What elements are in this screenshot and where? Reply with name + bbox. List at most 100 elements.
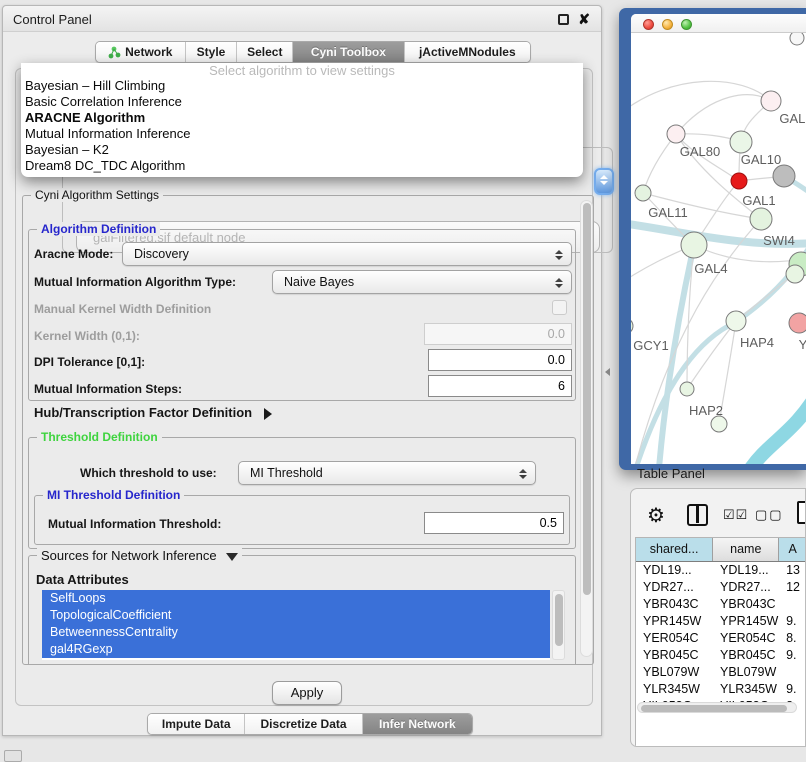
algorithm-option-bayesian-hill-climbing[interactable]: Bayesian – Hill Climbing <box>21 78 583 94</box>
cell-3-1[interactable]: YPR145W <box>713 613 779 630</box>
network-node-10[interactable] <box>631 318 633 334</box>
table-row-4[interactable]: YER054CYER054C8. <box>636 630 806 647</box>
column-header-name[interactable]: name <box>713 538 779 561</box>
cell-3-2[interactable]: 9. <box>779 613 806 630</box>
cell-1-2[interactable]: 12 <box>779 579 806 596</box>
table-row-1[interactable]: YDR27...YDR27...12 <box>636 579 806 596</box>
cell-0-0[interactable]: YDL19... <box>636 562 713 579</box>
mi-threshold-field[interactable]: 0.5 <box>424 512 564 534</box>
cell-6-1[interactable]: YBL079W <box>713 664 779 681</box>
network-node-8[interactable] <box>761 91 781 111</box>
network-node-3[interactable] <box>773 165 795 187</box>
attribute-item-betweennesscentrality[interactable]: BetweennessCentrality <box>42 624 550 641</box>
tab-style[interactable]: Style <box>186 42 238 62</box>
gear-icon[interactable]: ⚙ <box>647 503 665 528</box>
network-node-5[interactable] <box>750 208 772 230</box>
tab-network[interactable]: Network <box>96 42 186 62</box>
apply-button[interactable]: Apply <box>272 681 342 705</box>
network-node-13[interactable] <box>786 265 804 283</box>
expanded-arrow-icon[interactable] <box>226 553 238 561</box>
cell-0-2[interactable]: 13 <box>779 562 806 579</box>
cell-7-2[interactable]: 9. <box>779 681 806 698</box>
collapsed-arrow-icon[interactable] <box>264 408 272 420</box>
algorithm-option-bayesian-k2[interactable]: Bayesian – K2 <box>21 142 583 158</box>
document-icon[interactable] <box>797 501 806 524</box>
settings-scrollbar-thumb[interactable] <box>583 203 591 595</box>
table-row-5[interactable]: YBR045CYBR045C9. <box>636 647 806 664</box>
focused-combo-arrow-button[interactable] <box>594 168 614 195</box>
algorithm-option-basic-correlation-inference[interactable]: Basic Correlation Inference <box>21 94 583 110</box>
cell-5-1[interactable]: YBR045C <box>713 647 779 664</box>
mi-steps-field[interactable]: 6 <box>428 375 572 397</box>
cell-4-0[interactable]: YER054C <box>636 630 713 647</box>
which-threshold-combo[interactable]: MI Threshold <box>238 461 536 485</box>
cell-1-0[interactable]: YDR27... <box>636 579 713 596</box>
table-row-6[interactable]: YBL079WYBL079W <box>636 664 806 681</box>
edge-11[interactable] <box>736 274 795 321</box>
attributes-scrollbar[interactable] <box>552 590 565 660</box>
tab-jactivemnodules[interactable]: jActiveMNodules <box>405 42 530 62</box>
dpi-tolerance-field[interactable]: 0.0 <box>428 349 572 371</box>
minimized-panel-icon[interactable] <box>4 750 22 762</box>
edge-12[interactable] <box>631 81 771 113</box>
algorithm-option-mutual-information-inference[interactable]: Mutual Information Inference <box>21 126 583 142</box>
network-node-9[interactable] <box>790 33 804 45</box>
algorithm-option-dream8-dc-tdc-algorithm[interactable]: Dream8 DC_TDC Algorithm <box>21 158 583 174</box>
mi-type-combo[interactable]: Naive Bayes <box>272 270 572 294</box>
cell-6-2[interactable] <box>779 664 806 681</box>
cell-0-1[interactable]: YDL19... <box>713 562 779 579</box>
cell-5-2[interactable]: 9. <box>779 647 806 664</box>
column-header-a[interactable]: A <box>779 538 806 561</box>
tab-select[interactable]: Select <box>237 42 293 62</box>
zoom-traffic-light-icon[interactable] <box>681 19 692 30</box>
network-node-1[interactable] <box>730 131 752 153</box>
network-node-6[interactable] <box>681 232 707 258</box>
data-attributes-list[interactable]: SelfLoopsTopologicalCoefficientBetweenne… <box>42 590 550 660</box>
table-hscrollbar-thumb[interactable] <box>641 705 787 712</box>
network-node-14[interactable] <box>680 382 694 396</box>
table-row-3[interactable]: YPR145WYPR145W9. <box>636 613 806 630</box>
table-hscrollbar[interactable] <box>637 702 797 713</box>
columns-icon[interactable] <box>687 504 708 526</box>
bottom-tab-discretize-data[interactable]: Discretize Data <box>245 714 362 734</box>
cell-5-0[interactable]: YBR045C <box>636 647 713 664</box>
edge-2[interactable] <box>643 134 676 193</box>
network-node-2[interactable] <box>731 173 747 189</box>
attributes-scrollbar-thumb[interactable] <box>555 594 563 646</box>
bottom-tab-impute-data[interactable]: Impute Data <box>148 714 245 734</box>
aracne-mode-combo[interactable]: Discovery <box>122 242 572 266</box>
kernel-width-field[interactable]: 0.0 <box>424 323 572 345</box>
network-node-15[interactable] <box>711 416 727 432</box>
cell-7-0[interactable]: YLR345W <box>636 681 713 698</box>
attribute-item-gal4rgexp[interactable]: gal4RGexp <box>42 641 550 658</box>
close-traffic-light-icon[interactable] <box>643 19 654 30</box>
float-window-icon[interactable] <box>558 14 569 25</box>
tab-cyni-toolbox[interactable]: Cyni Toolbox <box>293 42 404 62</box>
network-node-12[interactable] <box>789 313 806 333</box>
checked-pair-icon[interactable]: ☑☑ <box>723 507 748 523</box>
splitter-collapse-icon[interactable] <box>605 368 610 376</box>
attribute-item-selfloops[interactable]: SelfLoops <box>42 590 550 607</box>
cell-7-1[interactable]: YLR345W <box>713 681 779 698</box>
table-row-7[interactable]: YLR345WYLR345W9. <box>636 681 806 698</box>
network-canvas[interactable]: GAL80GAL10GAL1GAL11SWI4GAL4GCY1HAP4YHAP2… <box>631 33 806 464</box>
bottom-tab-infer-network[interactable]: Infer Network <box>363 714 472 734</box>
cell-6-0[interactable]: YBL079W <box>636 664 713 681</box>
manual-kernel-checkbox[interactable] <box>552 300 567 315</box>
cell-2-2[interactable] <box>779 596 806 613</box>
cell-2-1[interactable]: YBR043C <box>713 596 779 613</box>
sources-group-title[interactable]: Sources for Network Inference <box>37 548 242 563</box>
network-graph[interactable]: GAL80GAL10GAL1GAL11SWI4GAL4GCY1HAP4YHAP2… <box>631 33 806 464</box>
network-window-titlebar[interactable] <box>631 14 806 33</box>
minimize-traffic-light-icon[interactable] <box>662 19 673 30</box>
cell-2-0[interactable]: YBR043C <box>636 596 713 613</box>
network-node-4[interactable] <box>635 185 651 201</box>
hub-definition-toggle[interactable]: Hub/Transcription Factor Definition <box>34 405 272 420</box>
table-row-0[interactable]: YDL19...YDL19...13 <box>636 562 806 579</box>
table-row-2[interactable]: YBR043CYBR043C <box>636 596 806 613</box>
edge-teal-3[interactable] <box>659 245 694 464</box>
cell-3-0[interactable]: YPR145W <box>636 613 713 630</box>
edge-bright-0[interactable] <box>749 391 806 464</box>
column-header-shared[interactable]: shared... <box>636 538 713 561</box>
attribute-item-topologicalcoefficient[interactable]: TopologicalCoefficient <box>42 607 550 624</box>
